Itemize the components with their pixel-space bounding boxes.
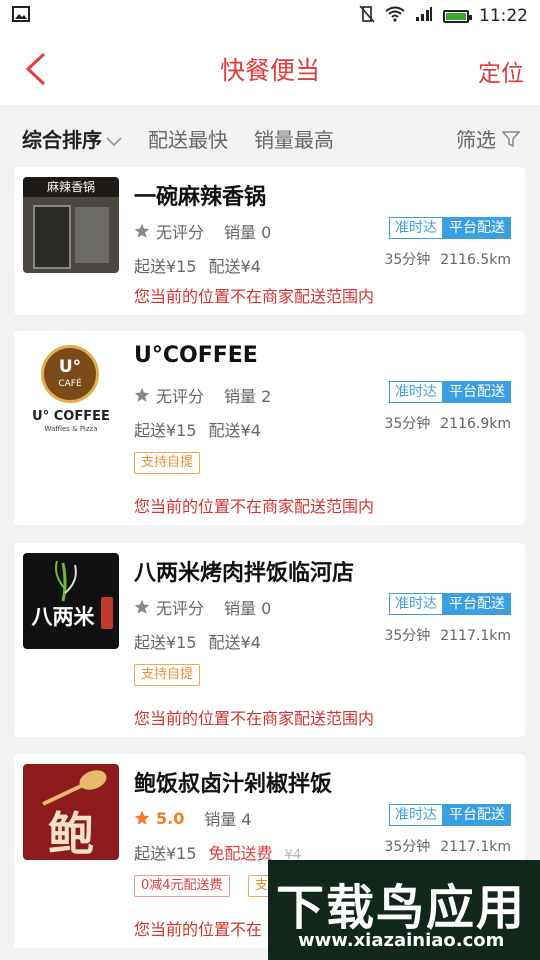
- shop-distance: 35分钟 2116.9km: [384, 413, 511, 433]
- shop-score: 无评分: [156, 223, 205, 242]
- min-order: 起送¥15: [134, 257, 197, 276]
- shop-rating: 无评分 销量 0: [134, 219, 271, 243]
- range-warning: 您当前的位置不在商家配送范围内: [134, 287, 375, 306]
- header: 快餐便当 定位: [0, 32, 540, 107]
- back-button[interactable]: [22, 52, 52, 86]
- shop-distance: 35分钟 2117.1km: [384, 836, 511, 856]
- discount-tag: 0减4元配送费: [134, 875, 230, 897]
- delivery-time: 35分钟: [384, 416, 431, 432]
- delivery-fee: 配送¥4: [208, 257, 261, 276]
- chevron-down-icon: [106, 136, 122, 146]
- signal-icon: [415, 6, 433, 27]
- shop-sales: 销量 0: [224, 599, 272, 618]
- delivery-badges: 准时达 平台配送: [389, 593, 511, 615]
- delivery-badges: 准时达 平台配送: [389, 217, 511, 239]
- filter-screen-label: 筛选: [456, 128, 496, 152]
- delivery-fee: 配送¥4: [208, 421, 261, 440]
- star-icon: [134, 810, 150, 825]
- shop-card[interactable]: U° CAFÉ U° COFFEE Waffles & Pizza U°COFF…: [14, 331, 525, 525]
- min-order: 起送¥15: [134, 633, 197, 652]
- shop-distance: 35分钟 2117.1km: [384, 625, 511, 645]
- vibrate-icon: [359, 4, 375, 28]
- min-order: 起送¥15: [134, 421, 197, 440]
- filter-screen-button[interactable]: 筛选: [456, 124, 520, 153]
- status-bar: 11:22: [0, 0, 540, 32]
- platform-badge: 平台配送: [443, 217, 511, 239]
- shop-score: 无评分: [156, 387, 205, 406]
- star-icon: [134, 387, 150, 402]
- ontime-badge: 准时达: [389, 381, 443, 403]
- shop-sales: 销量 2: [224, 387, 272, 406]
- pickup-tag: 支持自提: [134, 664, 201, 686]
- ontime-badge: 准时达: [389, 217, 443, 239]
- shop-score: 5.0: [156, 808, 185, 828]
- sort-label: 综合排序: [22, 128, 102, 152]
- min-order: 起送¥15: [134, 844, 197, 863]
- delivery-time: 35分钟: [384, 252, 431, 268]
- shop-fees: 起送¥15 配送¥4: [134, 417, 273, 441]
- filter-fastest[interactable]: 配送最快: [148, 124, 228, 153]
- page-title: 快餐便当: [219, 56, 320, 85]
- pickup-tag: 支持自提: [134, 452, 201, 474]
- distance: 2117.1km: [440, 628, 511, 644]
- shop-logo: 鲍: [23, 764, 119, 860]
- chevron-left-icon: [25, 52, 46, 86]
- shop-logo: U° CAFÉ U° COFFEE Waffles & Pizza: [23, 343, 119, 439]
- locate-button[interactable]: 定位: [478, 54, 524, 88]
- delivery-time: 35分钟: [384, 839, 431, 855]
- delivery-badges: 准时达 平台配送: [389, 804, 511, 826]
- platform-badge: 平台配送: [443, 804, 511, 826]
- shop-name: 八两米烤肉拌饭临河店: [134, 561, 355, 586]
- platform-badge: 平台配送: [443, 593, 511, 615]
- funnel-icon: [502, 130, 520, 147]
- shop-logo: 麻辣香锅: [23, 177, 119, 273]
- shop-rating: 无评分 销量 2: [134, 383, 271, 407]
- ontime-badge: 准时达: [389, 593, 443, 615]
- shop-distance: 35分钟 2116.5km: [384, 249, 511, 269]
- shop-score: 无评分: [156, 599, 205, 618]
- range-warning: 您当前的位置不在商家配送范围内: [134, 709, 375, 728]
- watermark-url: www.xiazainiao.com: [298, 930, 505, 951]
- watermark-title: 下载鸟应用: [276, 880, 527, 936]
- shop-sales: 销量 0: [224, 223, 272, 242]
- range-warning: 您当前的位置不在: [134, 920, 263, 939]
- shop-name: 鲍饭叔卤汁剁椒拌饭: [134, 772, 333, 797]
- image-icon: [12, 5, 30, 27]
- shop-name: U°COFFEE: [134, 343, 258, 368]
- delivery-fee: 免配送费: [208, 844, 273, 863]
- battery-icon: [443, 9, 472, 23]
- wifi-icon: [385, 6, 405, 27]
- distance: 2116.9km: [440, 416, 511, 432]
- distance: 2117.1km: [440, 839, 511, 855]
- shop-card[interactable]: 八两米 八两米烤肉拌饭临河店 无评分 销量 0 准时达 平台配送 起送¥15 配送…: [14, 543, 525, 737]
- status-time: 11:22: [479, 6, 528, 26]
- distance: 2116.5km: [440, 252, 511, 268]
- ontime-badge: 准时达: [389, 804, 443, 826]
- star-icon: [134, 223, 150, 238]
- watermark: 下载鸟应用 www.xiazainiao.com: [268, 860, 540, 960]
- filter-sales[interactable]: 销量最高: [254, 124, 334, 153]
- delivery-badges: 准时达 平台配送: [389, 381, 511, 403]
- filter-bar: 综合排序 配送最快 销量最高 筛选: [0, 107, 540, 165]
- shop-logo: 八两米: [23, 553, 119, 649]
- star-icon: [134, 599, 150, 614]
- delivery-time: 35分钟: [384, 628, 431, 644]
- shop-card[interactable]: 麻辣香锅 一碗麻辣香锅 无评分 销量 0 准时达 平台配送 起送¥15 配送¥4 …: [14, 167, 525, 315]
- shop-name: 一碗麻辣香锅: [134, 185, 267, 210]
- platform-badge: 平台配送: [443, 381, 511, 403]
- range-warning: 您当前的位置不在商家配送范围内: [134, 497, 375, 516]
- shop-sales: 销量 4: [204, 810, 252, 829]
- delivery-fee: 配送¥4: [208, 633, 261, 652]
- sort-dropdown[interactable]: 综合排序: [22, 124, 122, 153]
- shop-fees: 起送¥15 配送¥4: [134, 629, 273, 653]
- shop-rating: 5.0 销量 4: [134, 806, 252, 830]
- shop-fees: 起送¥15 配送¥4: [134, 253, 273, 277]
- shop-rating: 无评分 销量 0: [134, 595, 271, 619]
